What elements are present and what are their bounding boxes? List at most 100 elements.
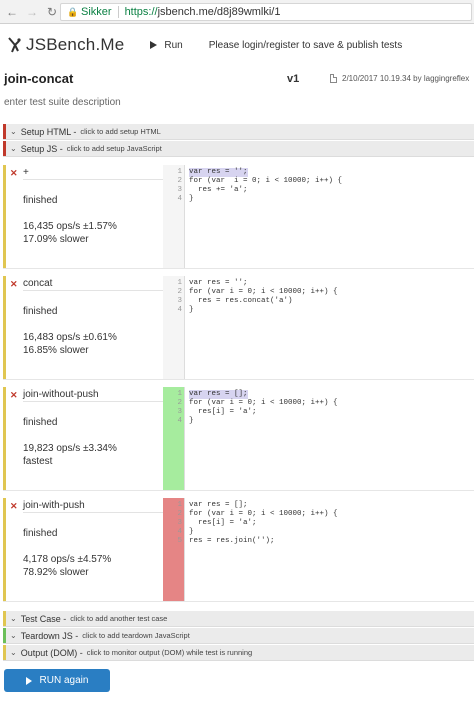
- code-editor[interactable]: var res = []; for (var i = 0; i < 10000;…: [189, 390, 338, 426]
- test-relative: fastest: [23, 456, 53, 467]
- reload-icon[interactable]: ↻: [44, 4, 60, 20]
- chevron-down-icon: ⌄: [10, 614, 17, 623]
- output-dom-hint: click to monitor output (DOM) while test…: [86, 648, 253, 657]
- test-stripe: [3, 276, 6, 379]
- suite-meta: 2/10/2017 10.19.34 by laggingreflex: [330, 74, 469, 83]
- code-editor[interactable]: var res = ''; for (var i = 0; i < 10000;…: [189, 168, 342, 204]
- teardown-js-bar[interactable]: ⌄ Teardown JS - click to add teardown Ja…: [3, 628, 474, 644]
- code-editor[interactable]: var res = []; for (var i = 0; i < 10000; …: [189, 501, 338, 546]
- run-again-label: RUN again: [39, 675, 89, 686]
- line-number: 1: [177, 390, 182, 398]
- test-relative: 16.85% slower: [23, 345, 89, 356]
- test-stripe: [3, 165, 6, 268]
- line-number: 2: [177, 399, 182, 407]
- chevron-down-icon: ⌄: [10, 127, 17, 136]
- code-line: for (var i = 0; i < 10000; i++) {: [189, 399, 338, 407]
- test-status: finished: [23, 417, 58, 428]
- line-number: 1: [177, 168, 182, 176]
- test-case-stripe: [3, 611, 6, 626]
- remove-test-icon[interactable]: ✕: [10, 390, 18, 401]
- app-logo[interactable]: JSBench.Me: [26, 35, 124, 55]
- line-number: 4: [177, 195, 182, 203]
- chevron-down-icon: ⌄: [10, 631, 17, 640]
- setup-html-stripe: [3, 124, 6, 139]
- code-line: }: [189, 417, 194, 425]
- setup-js-bar[interactable]: ⌄ Setup JS - click to add setup JavaScri…: [3, 141, 474, 157]
- code-line: res = res.concat('a'): [189, 297, 293, 305]
- setup-html-bar[interactable]: ⌄ Setup HTML - click to add setup HTML: [3, 124, 474, 140]
- code-line: }: [189, 306, 194, 314]
- line-numbers: 12345: [163, 501, 185, 546]
- lock-icon: 🔒: [67, 6, 79, 17]
- suite-version: v1: [287, 73, 300, 85]
- output-dom-stripe: [3, 645, 6, 660]
- remove-test-icon[interactable]: ✕: [10, 501, 18, 512]
- code-line: for (var i = 0; i < 10000; i++) {: [189, 288, 338, 296]
- teardown-js-stripe: [3, 628, 6, 643]
- line-number: 3: [177, 519, 182, 527]
- run-button[interactable]: Run: [150, 40, 183, 51]
- code-line: }: [189, 528, 194, 536]
- code-line: for (var i = 0; i < 10000; i++) {: [189, 177, 343, 185]
- back-arrow-icon[interactable]: ←: [4, 4, 20, 20]
- code-line: res = res.join('');: [189, 537, 275, 545]
- browser-toolbar: ← → ↻ 🔒 Sikker https://jsbench.me/d8j89w…: [0, 0, 474, 24]
- test-stripe: [3, 498, 6, 601]
- test-case: ✕ + finished 16,435 ops/s ±1.57% 17.09% …: [3, 165, 474, 269]
- code-line: var res = [];: [189, 390, 248, 399]
- test-case-bar[interactable]: ⌄ Test Case - click to add another test …: [3, 611, 474, 627]
- run-again-button[interactable]: RUN again: [4, 669, 110, 692]
- line-number: 5: [177, 537, 182, 545]
- login-message[interactable]: Please login/register to save & publish …: [209, 40, 402, 51]
- code-line: res[i] = 'a';: [189, 519, 257, 527]
- remove-test-icon[interactable]: ✕: [10, 279, 18, 290]
- chevron-down-icon: ⌄: [10, 648, 17, 657]
- line-number: 2: [177, 510, 182, 518]
- test-name[interactable]: concat: [23, 278, 163, 291]
- line-numbers: 1234: [163, 168, 185, 204]
- document-icon: [330, 74, 337, 83]
- code-line: for (var i = 0; i < 10000; i++) {: [189, 510, 338, 518]
- line-number: 4: [177, 528, 182, 536]
- line-number: 3: [177, 408, 182, 416]
- suite-description[interactable]: enter test suite description: [4, 97, 121, 108]
- suite-title[interactable]: join-concat: [4, 71, 73, 86]
- test-case: ✕ concat finished 16,483 ops/s ±0.61% 16…: [3, 276, 474, 380]
- test-status: finished: [23, 306, 58, 317]
- output-dom-bar[interactable]: ⌄ Output (DOM) - click to monitor output…: [3, 645, 474, 661]
- line-number: 1: [177, 501, 182, 509]
- line-number: 3: [177, 186, 182, 194]
- code-line: }: [189, 195, 194, 203]
- play-icon: [150, 41, 158, 49]
- test-status: finished: [23, 528, 58, 539]
- test-ops: 19,823 ops/s ±3.34%: [23, 443, 117, 454]
- test-stripe: [3, 387, 6, 490]
- url-scheme: https://: [124, 6, 158, 18]
- code-line: var res = '';: [189, 168, 248, 177]
- test-relative: 78.92% slower: [23, 567, 89, 578]
- forward-arrow-icon[interactable]: →: [24, 4, 40, 20]
- line-number: 4: [177, 306, 182, 314]
- test-ops: 4,178 ops/s ±4.57%: [23, 554, 112, 565]
- code-editor[interactable]: var res = ''; for (var i = 0; i < 10000; …: [189, 279, 338, 315]
- test-relative: 17.09% slower: [23, 234, 89, 245]
- line-number: 1: [177, 279, 182, 287]
- address-divider: [117, 6, 119, 18]
- code-line: res += 'a';: [189, 186, 248, 194]
- line-numbers: 1234: [163, 390, 185, 426]
- url-text: https://jsbench.me/d8j89wmlki/1: [125, 6, 281, 18]
- address-bar[interactable]: 🔒 Sikker https://jsbench.me/d8j89wmlki/1: [60, 3, 472, 21]
- test-case-hint: click to add another test case: [70, 614, 168, 623]
- chevron-down-icon: ⌄: [10, 144, 17, 153]
- url-path: jsbench.me/d8j89wmlki/1: [157, 6, 281, 18]
- test-name[interactable]: +: [23, 167, 163, 180]
- test-ops: 16,483 ops/s ±0.61%: [23, 332, 117, 343]
- remove-test-icon[interactable]: ✕: [10, 168, 18, 179]
- line-number: 4: [177, 417, 182, 425]
- output-dom-label: Output (DOM) -: [20, 647, 83, 658]
- line-number: 2: [177, 288, 182, 296]
- test-name[interactable]: join-with-push: [23, 500, 163, 513]
- setup-js-label: Setup JS -: [20, 143, 63, 154]
- test-name[interactable]: join-without-push: [23, 389, 163, 402]
- play-icon: [25, 676, 32, 685]
